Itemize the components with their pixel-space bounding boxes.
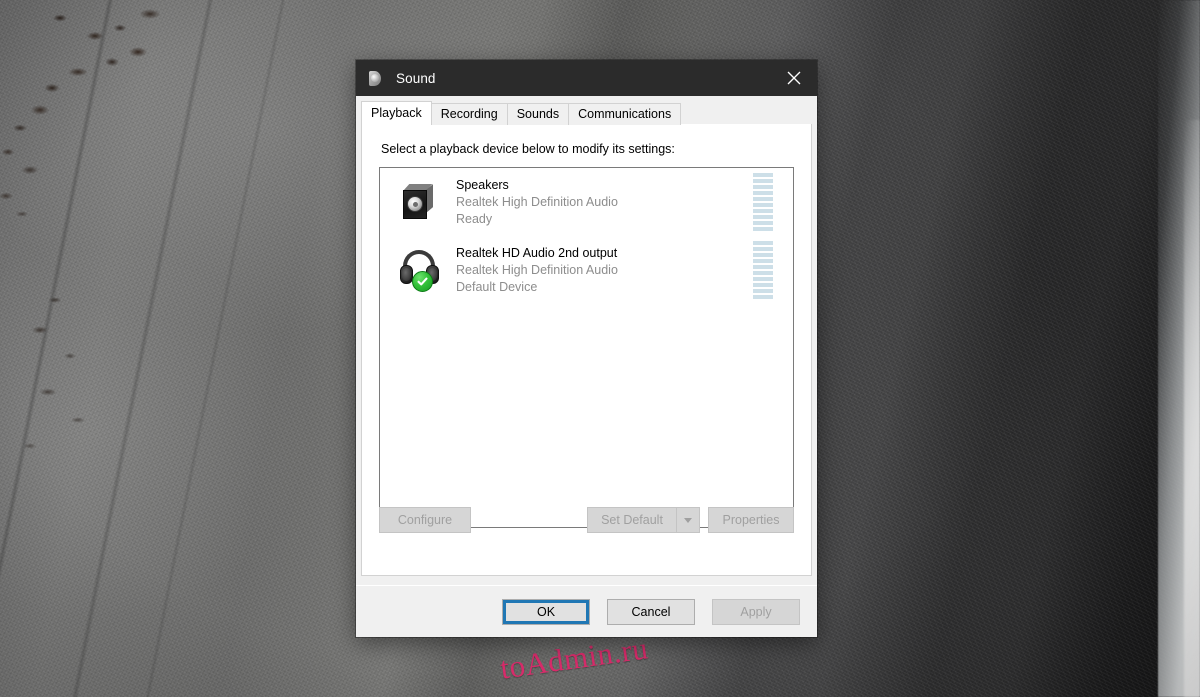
apply-button[interactable]: Apply: [712, 598, 800, 625]
tab-recording[interactable]: Recording: [430, 103, 508, 125]
device-text: Realtek HD Audio 2nd output Realtek High…: [447, 245, 753, 296]
close-icon[interactable]: [771, 60, 817, 96]
sound-dialog: Sound Playback Recording Sounds Communic…: [356, 60, 817, 637]
sea-foam-strip: [1158, 0, 1200, 697]
tab-strip-container: Playback Recording Sounds Communications: [356, 96, 817, 125]
set-default-button[interactable]: Set Default: [587, 507, 676, 533]
speaker-icon: [368, 70, 385, 87]
dialog-title: Sound: [396, 70, 436, 86]
device-status: Ready: [456, 211, 493, 226]
configure-button[interactable]: Configure: [379, 507, 471, 533]
tab-playback[interactable]: Playback: [361, 101, 432, 125]
tab-sounds[interactable]: Sounds: [506, 103, 570, 125]
device-driver: Realtek High Definition Audio: [456, 194, 618, 209]
device-name: Realtek HD Audio 2nd output: [456, 245, 618, 260]
list-item[interactable]: Realtek HD Audio 2nd output Realtek High…: [380, 236, 793, 304]
properties-button[interactable]: Properties: [708, 507, 794, 533]
site-watermark: toAdmin.ru: [498, 630, 651, 686]
volume-meter: [753, 241, 773, 299]
tab-panel-playback: Select a playback device below to modify…: [361, 124, 812, 576]
speaker-icon: [399, 181, 441, 223]
list-item[interactable]: Speakers Realtek High Definition Audio R…: [380, 168, 793, 236]
tab-communications[interactable]: Communications: [568, 103, 682, 125]
playback-instruction: Select a playback device below to modify…: [381, 142, 675, 156]
set-default-split-button: Set Default: [587, 507, 700, 533]
playback-device-list[interactable]: Speakers Realtek High Definition Audio R…: [379, 167, 794, 528]
dialog-titlebar: Sound: [356, 60, 817, 96]
sea-foam-edge: [1184, 120, 1200, 697]
cancel-button[interactable]: Cancel: [607, 598, 695, 625]
default-device-check-icon: [412, 271, 433, 292]
device-icon-cell: [393, 242, 447, 298]
device-action-buttons: Configure Set Default Properties: [362, 500, 811, 540]
device-name: Speakers: [456, 177, 509, 192]
device-status: Default Device: [456, 279, 538, 294]
device-driver: Realtek High Definition Audio: [456, 262, 618, 277]
tab-strip: Playback Recording Sounds Communications: [361, 101, 817, 125]
desktop-background: toAdmin.ru Sound Playback Recording Soun…: [0, 0, 1200, 697]
device-text: Speakers Realtek High Definition Audio R…: [447, 177, 753, 228]
chevron-down-icon[interactable]: [676, 507, 700, 533]
volume-meter: [753, 173, 773, 231]
headphones-icon: [397, 248, 443, 292]
device-icon-cell: [393, 174, 447, 230]
ok-button[interactable]: OK: [502, 598, 590, 625]
dialog-commit-buttons: OK Cancel Apply: [356, 585, 817, 637]
